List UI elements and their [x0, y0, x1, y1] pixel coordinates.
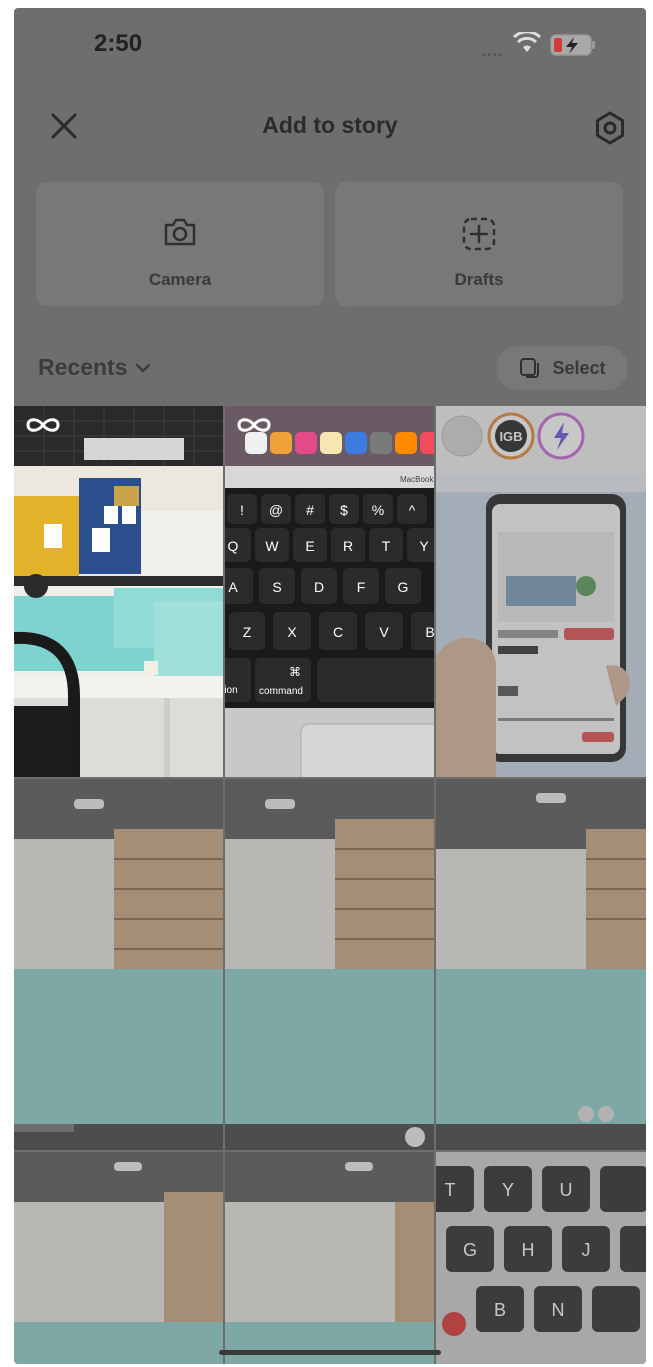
photo-thumbnail-app-screenshot[interactable]: IGB — [436, 406, 646, 777]
photo-thumbnail-keyboard-closeup[interactable]: T Y U G H J B N — [436, 1152, 646, 1364]
svg-text:H: H — [522, 1240, 535, 1260]
header: Add to story — [14, 100, 646, 150]
chevron-down-icon — [136, 363, 151, 373]
select-button[interactable]: Select — [496, 346, 628, 390]
wifi-icon — [512, 32, 542, 52]
svg-text:S: S — [272, 579, 281, 595]
svg-text:Q: Q — [228, 538, 239, 554]
select-label: Select — [552, 357, 606, 378]
svg-text:Y: Y — [502, 1180, 514, 1200]
svg-text:N: N — [552, 1300, 565, 1320]
photo-thumbnail-keyboard[interactable]: MacBook Air ! @ # $ % ^ Q W E — [225, 406, 434, 777]
svg-text:T: T — [382, 538, 391, 554]
camera-icon — [164, 218, 196, 246]
photo-thumbnail-room[interactable] — [14, 779, 223, 1150]
multi-select-icon — [520, 358, 540, 378]
keyboard-row-modifiers: ion ⌘ command — [225, 658, 434, 702]
status-bar: 2:50 •••• — [14, 8, 646, 88]
drafts-button[interactable]: Drafts — [335, 182, 623, 306]
svg-text:Z: Z — [243, 624, 252, 640]
svg-text:G: G — [398, 579, 409, 595]
svg-text:F: F — [357, 579, 366, 595]
photo-thumbnail-room[interactable] — [225, 779, 434, 1150]
svg-text:⌘: ⌘ — [289, 665, 301, 679]
recents-dropdown[interactable]: Recents — [38, 354, 151, 381]
svg-text:@: @ — [269, 502, 283, 518]
svg-text:B: B — [425, 624, 434, 640]
svg-text:!: ! — [240, 502, 244, 518]
macbook-brand-text: MacBook Air — [400, 475, 434, 484]
svg-text:J: J — [582, 1240, 591, 1260]
svg-text:A: A — [228, 579, 238, 595]
svg-text:V: V — [379, 624, 389, 640]
drafts-icon — [462, 217, 496, 251]
svg-text:C: C — [333, 624, 343, 640]
camera-button[interactable]: Camera — [36, 182, 324, 306]
cellular-signal-icon: •••• — [482, 50, 505, 61]
svg-text:Y: Y — [419, 538, 429, 554]
svg-text:X: X — [287, 624, 297, 640]
photo-thumbnail-room[interactable] — [436, 779, 646, 1150]
svg-text:W: W — [265, 538, 279, 554]
svg-text:^: ^ — [409, 502, 416, 518]
instagram-add-to-story-screen: 2:50 •••• Add to story Camera Drafts Rec… — [14, 8, 646, 1364]
svg-text:D: D — [314, 579, 324, 595]
svg-text:E: E — [305, 538, 314, 554]
svg-text:#: # — [306, 502, 314, 518]
svg-text:command: command — [259, 686, 303, 697]
igb-story-label: IGB — [499, 429, 522, 444]
svg-text:ion: ion — [225, 685, 238, 696]
home-indicator — [219, 1350, 441, 1355]
photo-grid: MacBook Air ! @ # $ % ^ Q W E — [14, 406, 646, 1364]
svg-text:$: $ — [340, 502, 348, 518]
photo-thumbnail-room[interactable] — [14, 1152, 223, 1364]
svg-text:%: % — [372, 502, 384, 518]
battery-charging-icon — [550, 34, 595, 56]
camera-label: Camera — [148, 270, 212, 289]
status-time: 2:50 — [94, 30, 143, 57]
svg-text:U: U — [560, 1180, 573, 1200]
photo-thumbnail-office[interactable] — [14, 406, 223, 777]
drafts-label: Drafts — [454, 270, 504, 289]
svg-text:B: B — [494, 1300, 506, 1320]
settings-gear-icon[interactable] — [592, 110, 628, 146]
svg-text:R: R — [343, 538, 353, 554]
photo-thumbnail-room[interactable] — [225, 1152, 434, 1364]
page-title: Add to story — [262, 112, 398, 138]
recents-label: Recents — [38, 354, 128, 380]
svg-text:G: G — [463, 1240, 477, 1260]
svg-text:T: T — [445, 1180, 456, 1200]
boomerang-icon — [237, 418, 271, 432]
boomerang-icon — [26, 418, 60, 432]
